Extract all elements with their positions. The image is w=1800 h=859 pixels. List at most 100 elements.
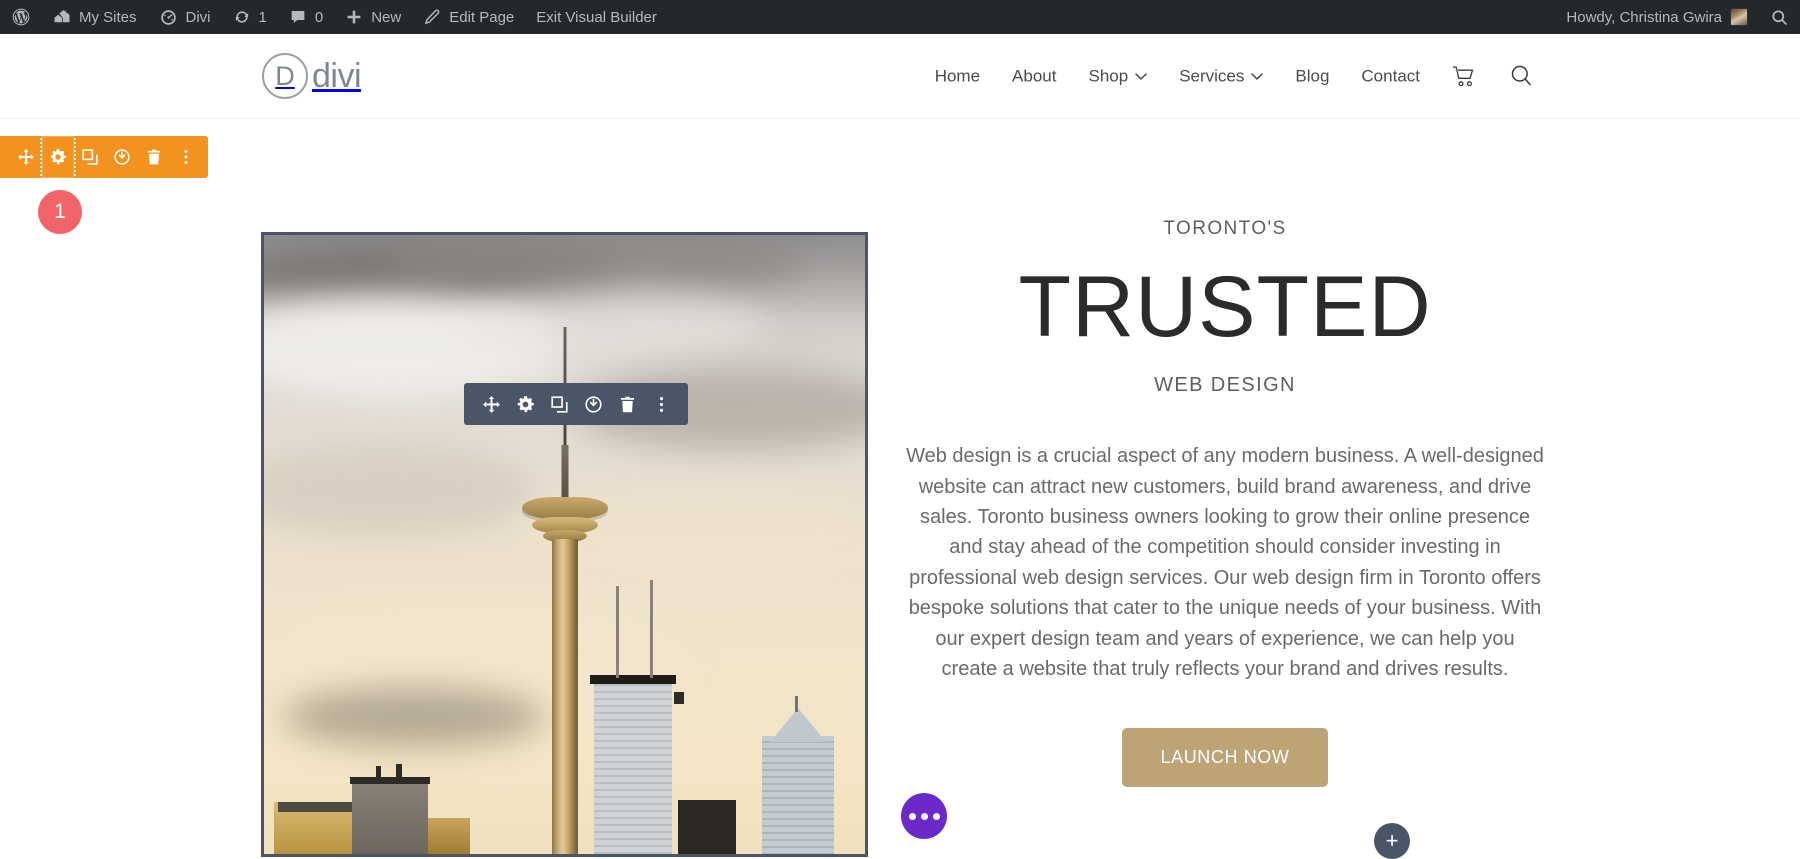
cart-button[interactable] [1436, 65, 1493, 87]
nav-label-about: About [1012, 66, 1056, 86]
duplicate-module-button[interactable] [542, 387, 576, 421]
plus-icon [345, 8, 363, 26]
chevron-down-icon [1251, 72, 1263, 80]
wp-admin-bar: My Sites Divi 1 [0, 0, 1800, 34]
pencil-icon [423, 8, 441, 26]
module-settings-button[interactable] [508, 387, 542, 421]
search-icon [1509, 64, 1534, 89]
hero-headline: TRUSTED [905, 262, 1545, 352]
building-crown [590, 675, 676, 684]
cloud [284, 687, 544, 747]
tower-observation-pod [522, 497, 608, 519]
nav-label-contact: Contact [1361, 66, 1420, 86]
disable-module-button[interactable] [576, 387, 610, 421]
hero-text-column: TORONTO'S TRUSTED WEB DESIGN Web design … [905, 218, 1545, 787]
section-number-badge: 1 [38, 190, 82, 234]
admin-bar-edit-page-label: Edit Page [449, 9, 514, 26]
shopping-cart-icon [1452, 65, 1477, 87]
admin-bar-updates-count: 1 [259, 9, 267, 26]
admin-bar-exit-visual-builder[interactable]: Exit Visual Builder [525, 0, 668, 34]
admin-bar-comments-count: 0 [315, 9, 323, 26]
builder-settings-fab[interactable] [901, 793, 947, 839]
duplicate-icon [81, 148, 99, 166]
nav-label-home: Home [935, 66, 980, 86]
admin-bar-new-label: New [371, 9, 401, 26]
three-dots-icon [933, 813, 940, 820]
crane-mast [616, 586, 619, 678]
nav-label-blog: Blog [1295, 66, 1329, 86]
nav-item-about[interactable]: About [996, 66, 1072, 86]
header-search-button[interactable] [1493, 64, 1550, 89]
trash-icon [618, 395, 637, 414]
site-logo[interactable]: D divi [262, 53, 361, 99]
add-section-button[interactable]: + [1374, 823, 1410, 859]
admin-bar-howdy-label: Howdy, Christina Gwira [1566, 9, 1722, 26]
admin-bar-exit-vb-label: Exit Visual Builder [536, 9, 657, 26]
section-more-options-button[interactable] [170, 141, 202, 173]
gear-icon [49, 148, 67, 166]
power-icon [113, 148, 131, 166]
building [350, 777, 430, 784]
move-module-button[interactable] [474, 387, 508, 421]
nav-item-services[interactable]: Services [1163, 66, 1279, 86]
tower-antenna-base [561, 445, 568, 499]
disable-section-button[interactable] [106, 141, 138, 173]
divi-module-toolbar [464, 383, 688, 425]
nav-item-contact[interactable]: Contact [1345, 66, 1436, 86]
updates-icon [233, 8, 251, 26]
duplicate-icon [550, 395, 569, 414]
trash-icon [145, 148, 163, 166]
tower-shaft [552, 539, 578, 857]
admin-bar-my-account[interactable]: Howdy, Christina Gwira [1555, 0, 1759, 34]
hero-paragraph: Web design is a crucial aspect of any mo… [905, 441, 1545, 684]
site-header: D divi Home About Shop Services [0, 34, 1800, 118]
nav-label-shop: Shop [1088, 66, 1128, 86]
cloud [464, 289, 764, 367]
admin-bar-new[interactable]: New [334, 0, 412, 34]
avatar [1730, 8, 1748, 26]
admin-bar-updates[interactable]: 1 [222, 0, 278, 34]
admin-bar-edit-page[interactable]: Edit Page [412, 0, 525, 34]
three-dots-vertical-icon [177, 148, 195, 166]
wordpress-logo-icon [11, 7, 31, 27]
building [352, 778, 428, 854]
admin-bar-divi[interactable]: Divi [148, 0, 222, 34]
hero-image[interactable] [261, 232, 868, 857]
logo-wordmark: divi [312, 57, 361, 96]
crane-mast [650, 580, 653, 678]
admin-bar-right-group: Howdy, Christina Gwira [1555, 0, 1800, 34]
three-dots-icon [921, 813, 928, 820]
page-content-area: TORONTO'S TRUSTED WEB DESIGN Web design … [0, 118, 1800, 849]
launch-now-button[interactable]: LAUNCH NOW [1122, 728, 1327, 787]
chevron-down-icon [1135, 72, 1147, 80]
building-tall-glass [594, 679, 672, 854]
move-section-button[interactable] [10, 141, 42, 173]
comments-icon [289, 8, 307, 26]
building-antenna [376, 766, 381, 778]
search-icon [1770, 8, 1789, 27]
building-detail [674, 692, 684, 704]
admin-bar-search[interactable] [1759, 0, 1800, 34]
admin-bar-my-sites[interactable]: My Sites [42, 0, 148, 34]
building-peaked [762, 736, 834, 854]
power-icon [584, 395, 603, 414]
nav-item-blog[interactable]: Blog [1279, 66, 1345, 86]
duplicate-section-button[interactable] [74, 141, 106, 173]
divi-speedometer-icon [159, 8, 178, 27]
admin-bar-my-sites-label: My Sites [79, 9, 137, 26]
building-antenna [396, 764, 402, 778]
delete-section-button[interactable] [138, 141, 170, 173]
my-sites-icon [53, 8, 71, 26]
building-spire [795, 696, 798, 712]
nav-item-home[interactable]: Home [919, 66, 996, 86]
building [678, 800, 736, 854]
nav-item-shop[interactable]: Shop [1072, 66, 1163, 86]
building [278, 802, 352, 812]
three-dots-vertical-icon [652, 395, 671, 414]
admin-bar-wordpress-logo[interactable] [0, 0, 42, 34]
section-settings-button[interactable] [42, 136, 74, 178]
main-navigation: Home About Shop Services Blog Cont [919, 64, 1550, 89]
admin-bar-comments[interactable]: 0 [278, 0, 334, 34]
module-more-options-button[interactable] [644, 387, 678, 421]
delete-module-button[interactable] [610, 387, 644, 421]
